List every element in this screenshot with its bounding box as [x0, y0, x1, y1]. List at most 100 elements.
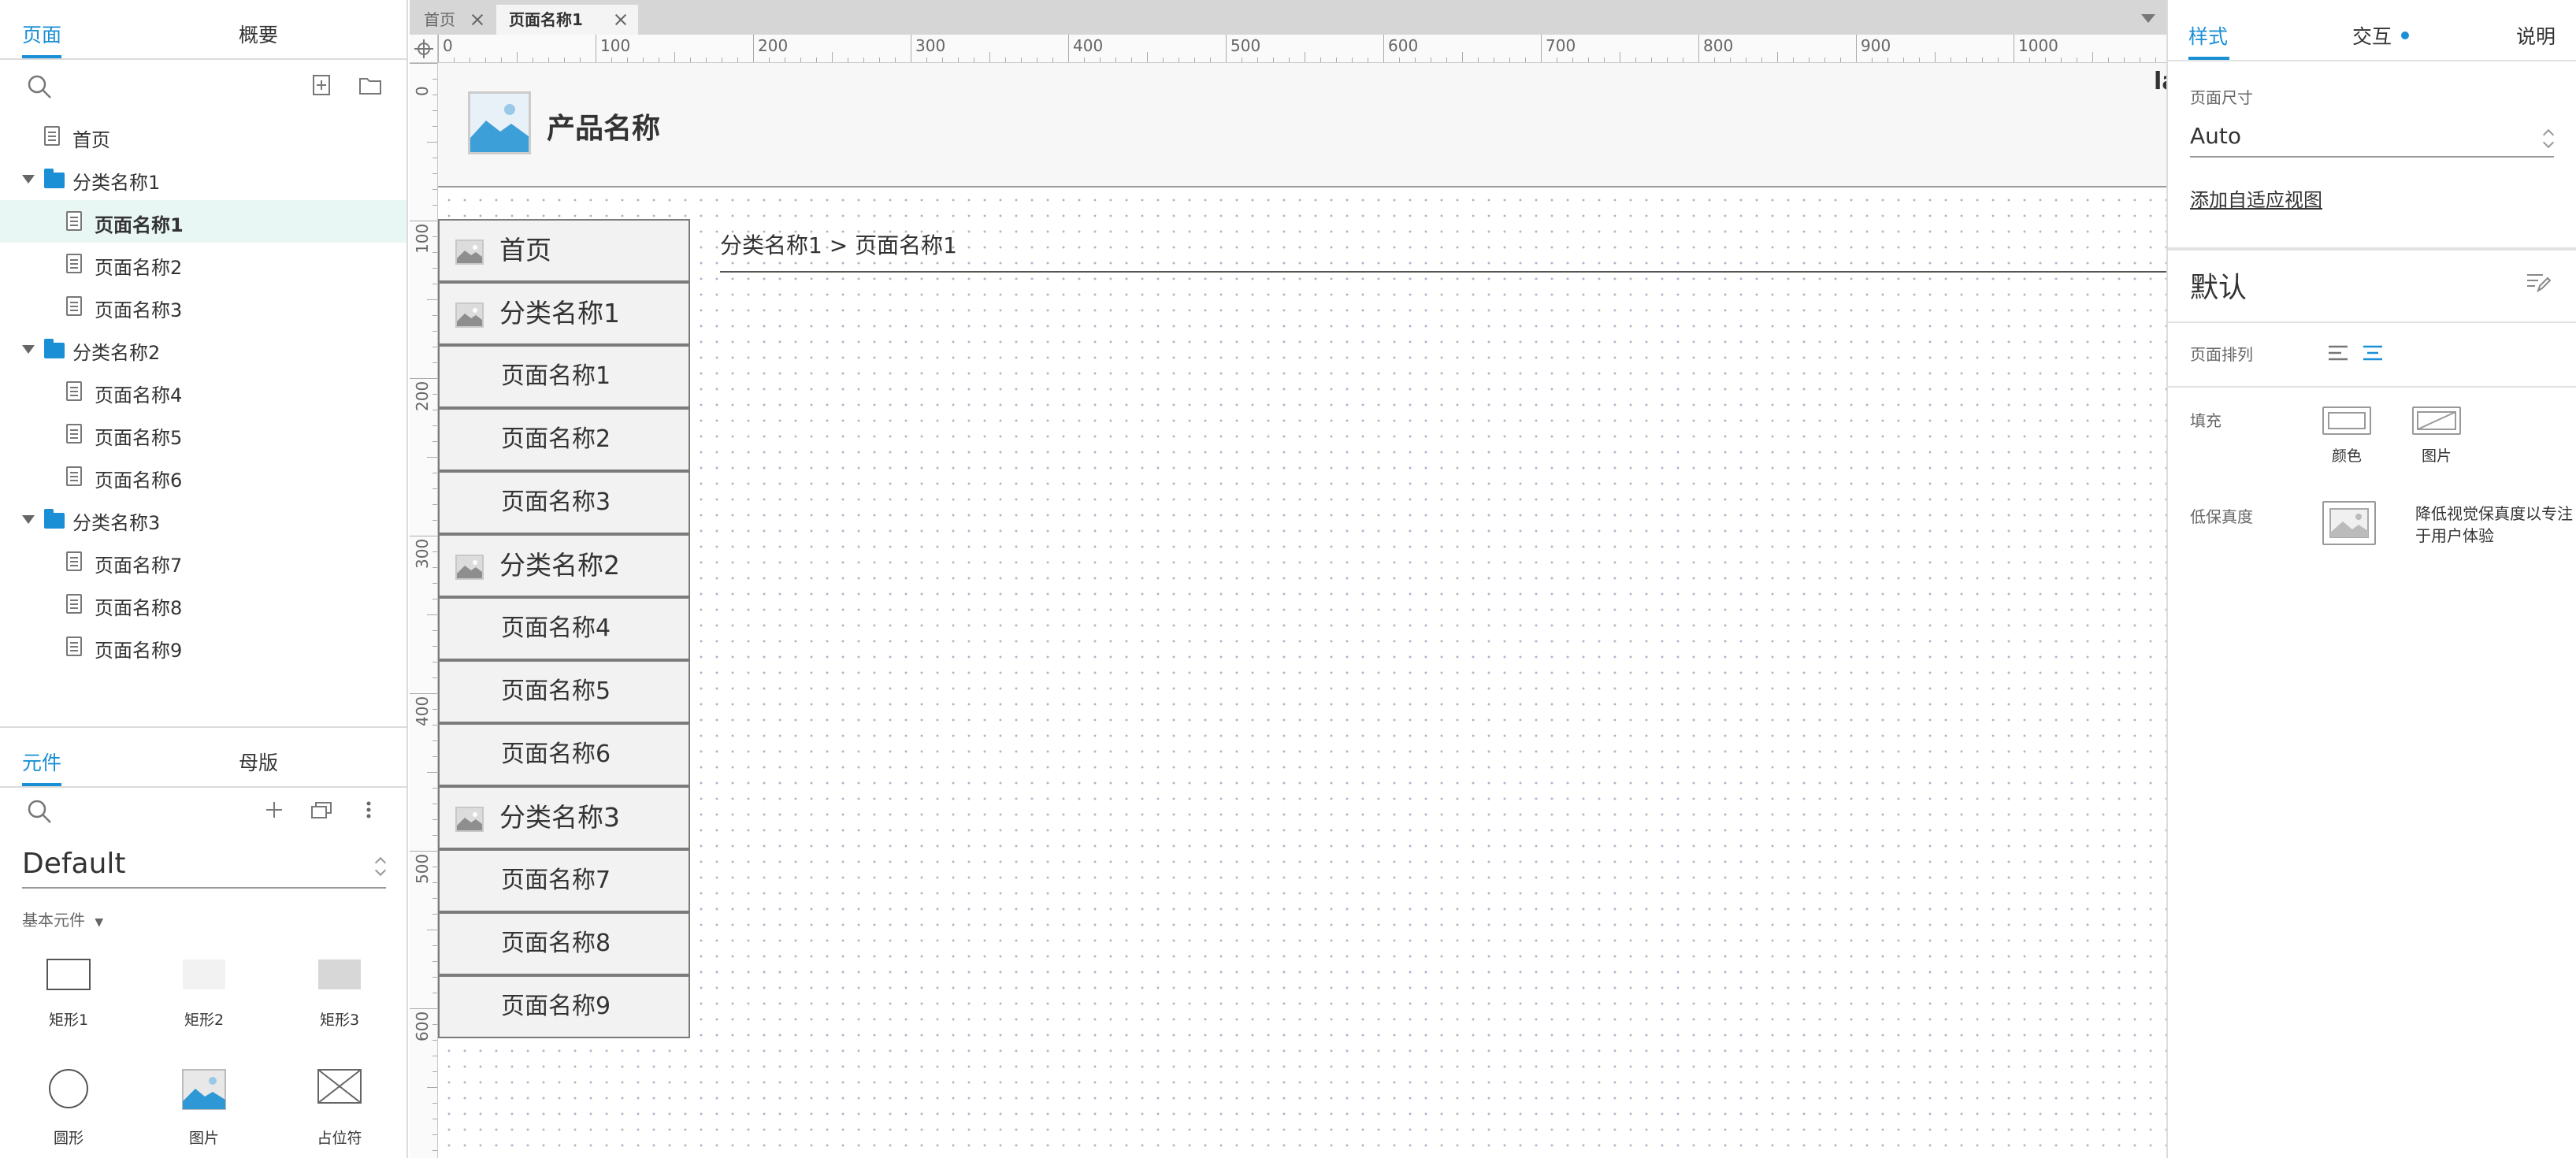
tab-style[interactable]: 样式	[2188, 0, 2229, 60]
product-name: 产品名称	[547, 113, 661, 145]
close-tab-icon[interactable]	[470, 12, 485, 28]
design-canvas[interactable]: 产品名称 la 首页分类名称1 页面名称1 页面名称2 页面名称3 分类名称2 页面名称4…	[438, 63, 2166, 1158]
tree-page[interactable]: 页面名称8	[0, 583, 406, 625]
tree-page[interactable]: 页面名称1	[0, 200, 406, 243]
page-align-label: 页面排列	[2190, 345, 2253, 364]
tree-page[interactable]: 页面名称7	[0, 540, 406, 583]
breadcrumb[interactable]: 分类名称1 > 页面名称1	[720, 228, 2166, 273]
doc-tab[interactable]: 页面名称1	[496, 5, 638, 35]
tree-page[interactable]: 页面名称5	[0, 413, 406, 455]
library-manage-icon[interactable]	[309, 797, 336, 822]
fill-color-label: 颜色	[2332, 447, 2363, 465]
widget-placeholder[interactable]: 占位符	[273, 1060, 406, 1158]
align-center-icon[interactable]	[2360, 340, 2385, 366]
tab-pages[interactable]: 页面	[22, 0, 61, 60]
expand-caret-icon[interactable]	[22, 175, 35, 184]
page-icon	[66, 637, 82, 656]
align-left-icon[interactable]	[2325, 340, 2351, 366]
tab-masters[interactable]: 母版	[236, 728, 280, 788]
nav-page-item[interactable]: 页面名称9	[438, 975, 690, 1038]
tree-page[interactable]: 页面名称3	[0, 285, 406, 328]
interaction-badge-icon	[2400, 32, 2409, 39]
add-library-icon[interactable]	[262, 797, 287, 822]
tree-page[interactable]: 页面名称2	[0, 243, 406, 285]
page-header[interactable]: 产品名称 la	[438, 63, 2166, 187]
nav-category-item[interactable]: 分类名称3	[438, 786, 690, 849]
nav-page-item[interactable]: 页面名称1	[438, 345, 690, 408]
tab-notes[interactable]: 说明	[2516, 0, 2556, 60]
ruler-h-label: 400	[1073, 36, 1104, 55]
rectangle-gray-icon	[317, 958, 362, 991]
tree-item-label: 页面名称9	[95, 640, 183, 662]
tree-page[interactable]: 首页	[0, 115, 406, 158]
edit-style-icon[interactable]	[2522, 266, 2554, 298]
nav-page-item[interactable]: 页面名称4	[438, 597, 690, 660]
ruler-corner[interactable]	[410, 35, 438, 63]
nav-page-item[interactable]: 页面名称2	[438, 408, 690, 471]
library-search-icon[interactable]	[24, 796, 55, 827]
tree-page[interactable]: 页面名称4	[0, 370, 406, 413]
page-size-select[interactable]: Auto	[2190, 123, 2554, 158]
nav-category-item[interactable]: 首页	[438, 219, 690, 282]
nav-item-label: 页面名称5	[501, 677, 611, 705]
nav-page-item[interactable]: 页面名称7	[438, 849, 690, 912]
style-name: 默认	[2190, 272, 2248, 304]
ruler-h-label: 700	[1546, 36, 1576, 55]
low-fidelity-toggle[interactable]	[2322, 501, 2376, 545]
nav-category-item[interactable]: 分类名称1	[438, 282, 690, 345]
widget-image[interactable]: 图片	[137, 1060, 271, 1158]
horizontal-ruler: 0 100 200 300 400 500 600 700 800 900 1000	[438, 35, 2166, 63]
ruler-h-label: 500	[1230, 36, 1261, 55]
search-icon[interactable]	[24, 71, 55, 102]
nav-category-item[interactable]: 分类名称2	[438, 534, 690, 597]
library-select[interactable]: Default	[22, 848, 386, 889]
tree-folder[interactable]: 分类名称1	[0, 158, 406, 200]
library-panel-tabs: 元件 母版	[0, 728, 408, 788]
tabs-overflow-icon[interactable]	[2141, 14, 2155, 23]
rectangle-outline-icon	[46, 958, 91, 991]
left-panel: 页面 概要 首页 分类名称1 页面名称1 页面名称2 页面名称3 分类名称2 页面名称4 页面…	[0, 0, 408, 1158]
library-section-header[interactable]: 基本元件 ▼	[22, 907, 103, 930]
tree-folder[interactable]: 分类名称2	[0, 328, 406, 370]
widget-label: 矩形2	[184, 1011, 225, 1029]
tab-interaction-label: 交互	[2352, 25, 2392, 48]
nav-page-item[interactable]: 页面名称5	[438, 660, 690, 723]
nav-page-item[interactable]: 页面名称8	[438, 912, 690, 975]
tree-page[interactable]: 页面名称9	[0, 625, 406, 668]
expand-caret-icon[interactable]	[22, 345, 35, 354]
nav-item-label: 页面名称3	[501, 488, 611, 516]
widget-rectangle-gray[interactable]: 矩形3	[273, 945, 406, 1048]
more-options-icon[interactable]	[359, 797, 378, 822]
add-adaptive-view-link[interactable]: 添加自适应视图	[2190, 184, 2322, 212]
select-arrows-icon	[2543, 128, 2554, 151]
tree-page[interactable]: 页面名称6	[0, 455, 406, 498]
nav-item-label: 页面名称4	[501, 614, 611, 642]
close-tab-icon[interactable]	[613, 12, 629, 28]
nav-item-label: 页面名称2	[501, 425, 611, 453]
widget-circle[interactable]: 圆形	[2, 1060, 135, 1158]
folder-icon	[44, 339, 65, 358]
doc-tab[interactable]: 首页	[411, 5, 495, 35]
add-folder-icon[interactable]	[356, 72, 384, 98]
page-icon	[66, 381, 82, 401]
tree-folder[interactable]: 分类名称3	[0, 498, 406, 540]
doc-tab-label: 首页	[424, 10, 455, 29]
library-select-value: Default	[22, 848, 126, 880]
nav-page-item[interactable]: 页面名称3	[438, 471, 690, 534]
page-size-label: 页面尺寸	[2190, 88, 2253, 107]
widget-rectangle-outline[interactable]: 矩形1	[2, 945, 135, 1048]
fill-color-swatch[interactable]	[2322, 406, 2371, 435]
tab-interaction[interactable]: 交互	[2352, 0, 2409, 60]
select-arrows-icon	[375, 856, 386, 879]
tab-outline[interactable]: 概要	[236, 0, 280, 60]
add-page-icon[interactable]	[309, 72, 334, 98]
low-fidelity-label: 低保真度	[2190, 507, 2253, 526]
fill-image-swatch[interactable]	[2412, 406, 2461, 435]
tab-widgets[interactable]: 元件	[22, 728, 61, 788]
expand-caret-icon[interactable]	[22, 515, 35, 524]
dropdown-arrow-icon: ▼	[95, 916, 104, 929]
low-fidelity-desc-line1: 降低视觉保真度以专注	[2415, 504, 2573, 523]
widget-rectangle-light[interactable]: 矩形2	[137, 945, 271, 1048]
nav-page-item[interactable]: 页面名称6	[438, 723, 690, 786]
low-fidelity-description: 降低视觉保真度以专注 于用户体验	[2415, 503, 2573, 547]
